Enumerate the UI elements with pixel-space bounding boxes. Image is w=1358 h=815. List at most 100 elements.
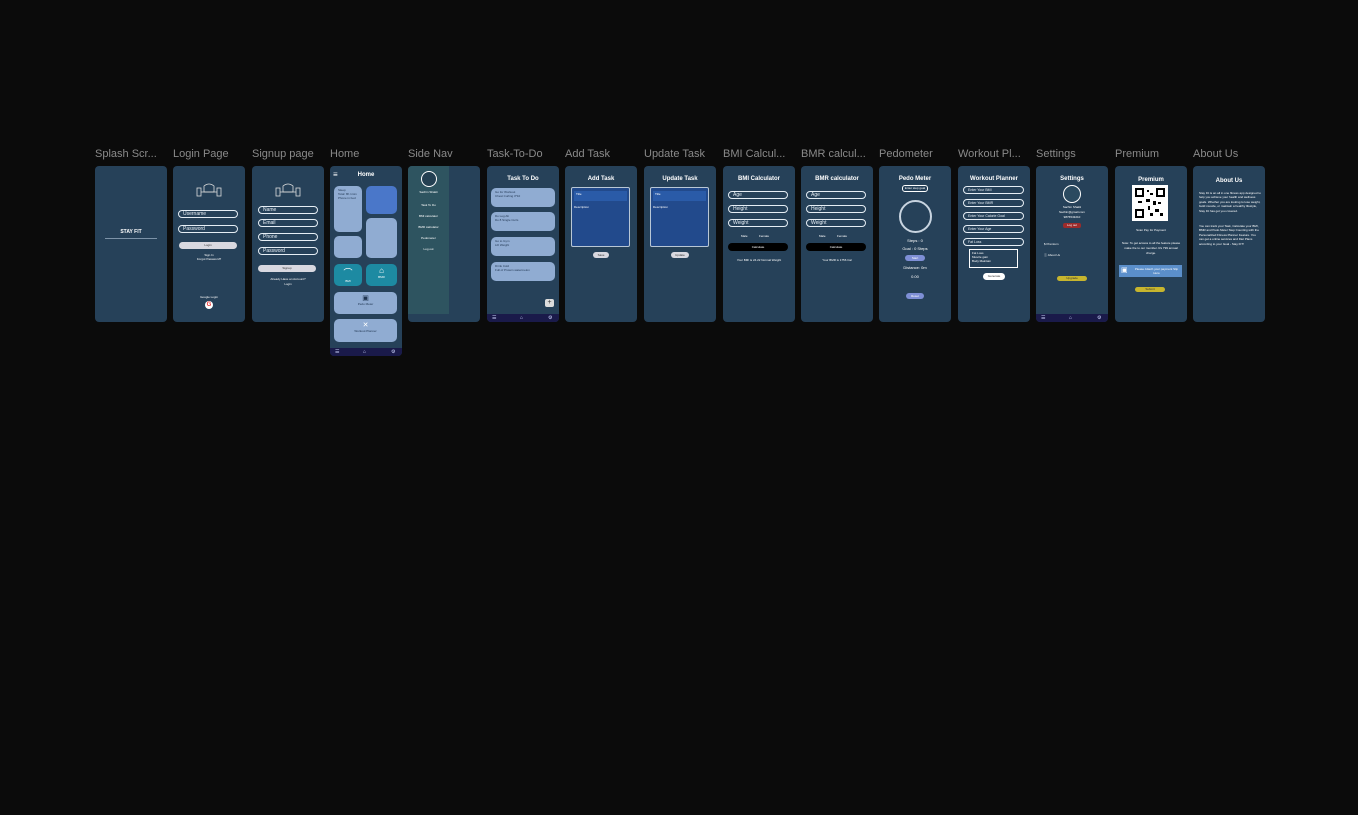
frame-label-premium: Premium — [1115, 148, 1160, 160]
bmr-label: BMR — [378, 275, 385, 279]
nav-home-icon[interactable]: ⌂ — [363, 349, 366, 355]
task-item[interactable]: Do Leg Ab Do 8 Single Curls — [491, 212, 555, 231]
task-item[interactable]: Go to Gym Lift Weight — [491, 237, 555, 256]
phone-field[interactable]: Phone — [258, 233, 318, 241]
signup-button[interactable]: Signup — [258, 265, 316, 272]
drawer-item-task[interactable]: Task To Do — [408, 203, 449, 207]
frame-label-settings: Settings — [1036, 148, 1076, 160]
task-desc-field[interactable]: Description — [574, 205, 627, 209]
drawer-item-bmi[interactable]: BMI calculator — [408, 214, 449, 218]
task-desc: Lift Weight — [495, 243, 510, 247]
google-icon[interactable]: G — [205, 301, 213, 309]
female-radio[interactable]: Female — [837, 234, 847, 238]
upload-slip-box[interactable]: ▣ Please Attach your payment Slip Here — [1119, 265, 1182, 277]
gauge-icon: ⌒ — [343, 268, 353, 278]
start-button[interactable]: Start — [905, 255, 925, 261]
female-radio[interactable]: Female — [759, 234, 769, 238]
nav-task-icon[interactable]: ☰ — [335, 349, 339, 355]
frame-label-about: About Us — [1193, 148, 1239, 160]
bmi-card[interactable]: ⌒ BMI — [334, 264, 362, 286]
sleep-card[interactable]: Sleep Total: 8h 1min Phone in bed — [334, 186, 362, 232]
stats-card[interactable] — [334, 236, 362, 258]
about-item[interactable]: ⓘ About Us — [1044, 253, 1060, 257]
option-body-maintain[interactable]: Body Maintain — [972, 259, 1015, 263]
login-link[interactable]: Login — [252, 282, 324, 286]
height-field[interactable]: Height — [728, 205, 788, 213]
workout-icon: ✕ — [362, 322, 369, 329]
upgrade-button[interactable]: Upgrade — [1057, 276, 1087, 281]
task-title-field[interactable]: Title — [574, 191, 627, 201]
splash-title: STAY FIT — [120, 229, 142, 235]
about-title: About Us — [1215, 178, 1243, 184]
premium-label: Premium — [1046, 242, 1059, 246]
drawer-item-pedometer[interactable]: Pedometer — [408, 236, 449, 240]
goal-dropdown: Fat Loss Muscle gain Body Maintain — [969, 249, 1018, 268]
add-task-button[interactable]: + — [545, 299, 554, 307]
bmr-screen: BMR calculator Age Height Weight Male Fe… — [801, 166, 873, 322]
male-radio[interactable]: Male — [819, 234, 826, 238]
nav-settings-icon[interactable]: ⚙ — [1097, 315, 1101, 321]
weight-field[interactable]: Weight — [806, 219, 866, 227]
nav-settings-icon[interactable]: ⚙ — [548, 315, 552, 321]
bmr-result: Your BMR is 1756 Cal — [822, 258, 852, 262]
password-field[interactable]: Password — [178, 225, 238, 233]
bottom-nav: ☰ ⌂ ⚙ — [1036, 314, 1108, 322]
bmi-input[interactable]: Enter Your BMI — [963, 186, 1024, 194]
premium-item[interactable]: $ Premium — [1044, 242, 1059, 246]
email-field[interactable]: Email — [258, 219, 318, 227]
premium-title: Premium — [1138, 177, 1164, 183]
forgot-password-link[interactable]: Forgot Password? — [173, 257, 245, 261]
update-button[interactable]: Update — [671, 252, 689, 258]
task-title-field[interactable]: Title — [653, 191, 706, 201]
weight-field[interactable]: Weight — [728, 219, 788, 227]
calculate-button[interactable]: Calculate — [806, 243, 866, 251]
bmr-card[interactable]: ⌂ BMR — [366, 264, 397, 286]
generate-button[interactable]: Generate — [983, 273, 1005, 280]
drawer-item-bmr[interactable]: BMR calculator — [408, 225, 449, 229]
male-radio[interactable]: Male — [741, 234, 748, 238]
about-paragraph-2: You can track your Task, Calculate your … — [1199, 224, 1259, 246]
have-account-text: Already Have an Account? — [270, 277, 306, 281]
task-item[interactable]: Go for Workout Chest Curling 3*10 — [491, 188, 555, 207]
activity-card[interactable] — [366, 186, 397, 214]
bmi-screen: BMI Calculator Age Height Weight Male Fe… — [723, 166, 795, 322]
nav-task-icon[interactable]: ☰ — [1041, 315, 1045, 321]
nav-home-icon[interactable]: ⌂ — [1069, 315, 1072, 321]
task-desc: Chest Curling 3*10 — [495, 194, 521, 198]
step-ring — [899, 200, 932, 233]
nav-settings-icon[interactable]: ⚙ — [391, 349, 395, 355]
bmr-input[interactable]: Enter Your BMR — [963, 199, 1024, 207]
goal-select[interactable]: Fat Loss — [963, 238, 1024, 246]
task-item[interactable]: Drink Cold Full of Protein watermelon — [491, 262, 555, 281]
step-goal-input[interactable]: Enter step goal — [902, 185, 928, 192]
dollar-icon: $ — [1044, 242, 1046, 246]
calculate-button[interactable]: Calculate — [728, 243, 788, 251]
logout-button[interactable]: Log out — [1063, 223, 1081, 228]
task-desc-field[interactable]: Description — [653, 205, 706, 209]
nav-task-icon[interactable]: ☰ — [492, 315, 496, 321]
age-field[interactable]: Age — [806, 191, 866, 199]
dumbbell-icon — [274, 182, 302, 202]
frame-label-bmr: BMR calcul... — [801, 148, 866, 160]
submit-button[interactable]: Submit — [1135, 287, 1165, 292]
login-button[interactable]: Login — [179, 242, 237, 249]
steps-count: Steps : 0 — [907, 238, 923, 243]
reset-button[interactable]: Reset — [906, 293, 924, 299]
progress-card[interactable] — [366, 218, 397, 258]
home-screen: ≡ Home Sleep Total: 8h 1min Phone in bed… — [330, 166, 402, 356]
save-button[interactable]: Save — [593, 252, 609, 258]
nav-home-icon[interactable]: ⌂ — [520, 315, 523, 321]
calorie-input[interactable]: Enter Your Calorie Goal — [963, 212, 1024, 220]
name-field[interactable]: Name — [258, 206, 318, 214]
password-field[interactable]: Password — [258, 247, 318, 255]
workout-card[interactable]: ✕ Workout Planner — [334, 319, 397, 342]
pedometer-card[interactable]: ▣ Pedo Meter — [334, 292, 397, 314]
bmi-label: BMI — [345, 279, 351, 283]
drawer-item-logout[interactable]: Log out — [408, 247, 449, 251]
height-field[interactable]: Height — [806, 205, 866, 213]
premium-note: Note: To get access to all the feature p… — [1121, 241, 1181, 255]
age-input[interactable]: Enter Your Age — [963, 225, 1024, 233]
age-field[interactable]: Age — [728, 191, 788, 199]
username-field[interactable]: Username — [178, 210, 238, 218]
drawer-panel — [408, 166, 449, 314]
